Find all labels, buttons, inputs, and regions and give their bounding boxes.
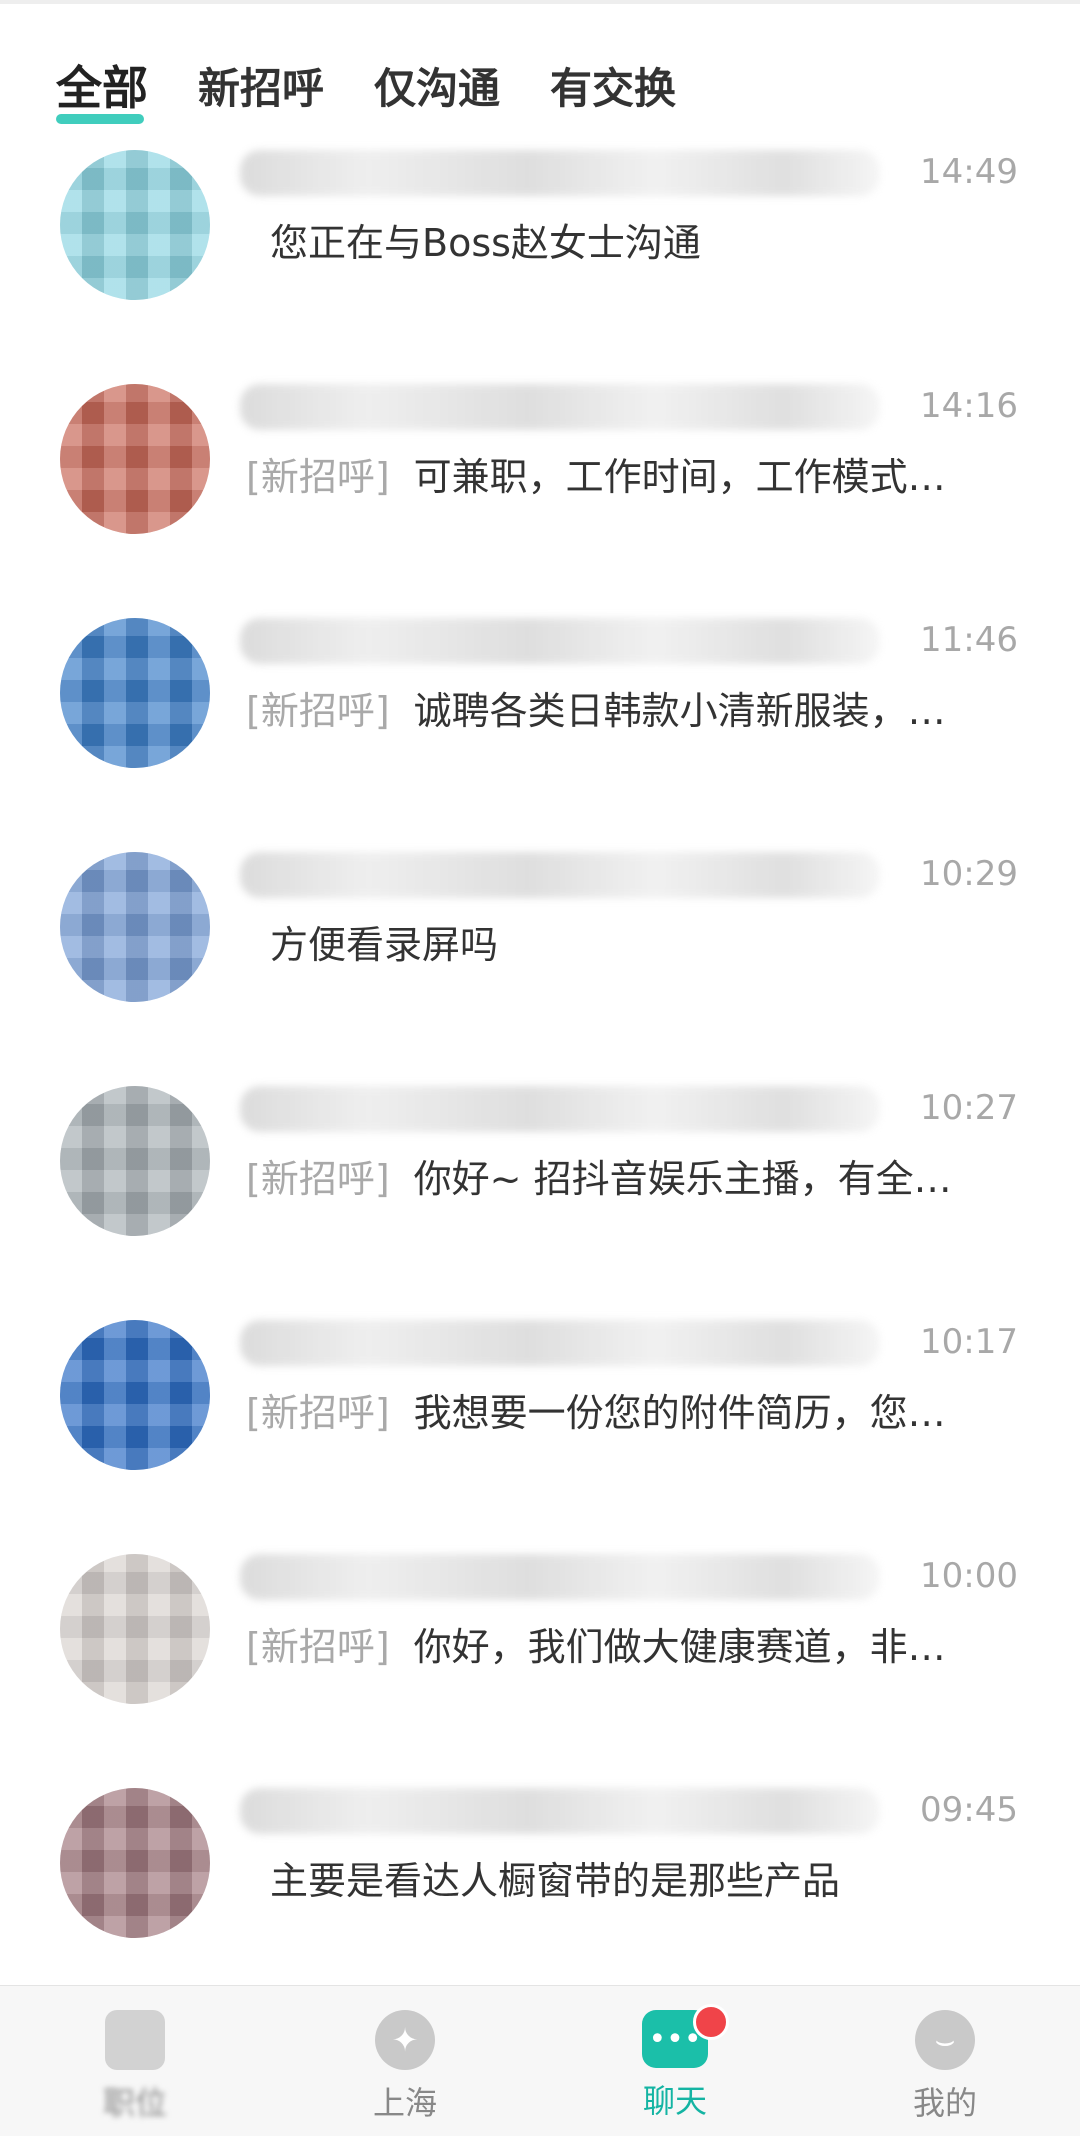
chat-item[interactable]: 10:27 [新招呼] 你好~ 招抖音娱乐主播，有全… xyxy=(0,1076,1080,1310)
chat-time: 10:17 xyxy=(920,1322,1018,1362)
chat-preview: [新招呼] 你好，我们做大健康赛道，非… xyxy=(246,1616,1016,1671)
avatar-pixelation xyxy=(60,1320,210,1470)
blurred-name xyxy=(240,150,880,196)
unread-badge xyxy=(693,2004,729,2040)
chat-preview: [新招呼] 你好~ 招抖音娱乐主播，有全… xyxy=(246,1148,1016,1203)
filter-tabs: 全部 新招呼 仅沟通 有交换 xyxy=(56,52,676,124)
chat-message: 您正在与Boss赵女士沟通 xyxy=(270,221,701,265)
blurred-name xyxy=(240,618,880,664)
chat-tag: [新招呼] xyxy=(246,455,390,499)
chat-item[interactable]: 14:16 [新招呼] 可兼职，工作时间，工作模式… xyxy=(0,374,1080,608)
chat-preview: [新招呼] 我想要一份您的附件简历，您… xyxy=(246,1382,1016,1437)
chat-preview: 主要是看达人橱窗带的是那些产品 xyxy=(246,1850,1016,1905)
nav-mine[interactable]: ⌣ 我的 xyxy=(810,1986,1080,2136)
chat-preview: 您正在与Boss赵女士沟通 xyxy=(246,212,1016,267)
avatar-pixelation xyxy=(60,1788,210,1938)
chat-tag: [新招呼] xyxy=(246,1157,390,1201)
chat-item[interactable]: 10:00 [新招呼] 你好，我们做大健康赛道，非… xyxy=(0,1544,1080,1778)
chat-item[interactable]: 11:46 [新招呼] 诚聘各类日韩款小清新服装，… xyxy=(0,608,1080,842)
chat-preview: [新招呼] 诚聘各类日韩款小清新服装，… xyxy=(246,680,1016,735)
blurred-name xyxy=(240,1320,880,1366)
job-icon xyxy=(105,2010,165,2070)
chat-list: 14:49 您正在与Boss赵女士沟通 14:16 [新招呼] 可兼职，工作时间，… xyxy=(0,140,1080,2012)
blurred-name xyxy=(240,1788,880,1834)
nav-chat[interactable]: ••• 聊天 xyxy=(540,1986,810,2136)
chat-item[interactable]: 10:29 方便看录屏吗 xyxy=(0,842,1080,1076)
chat-message: 可兼职，工作时间，工作模式… xyxy=(413,455,946,499)
nav-label: 职位 xyxy=(102,2084,167,2122)
tab-new-greeting[interactable]: 新招呼 xyxy=(198,55,324,116)
leaf-icon: ✦ xyxy=(375,2010,435,2070)
chat-time: 10:00 xyxy=(920,1556,1018,1596)
avatar xyxy=(60,150,210,300)
chat-tag: [新招呼] xyxy=(246,689,390,733)
chat-time: 14:49 xyxy=(920,152,1018,192)
tab-only-chat[interactable]: 仅沟通 xyxy=(374,55,500,116)
smile-icon: ⌣ xyxy=(915,2010,975,2070)
chat-time: 10:29 xyxy=(920,854,1018,894)
chat-item[interactable]: 14:49 您正在与Boss赵女士沟通 xyxy=(0,140,1080,374)
chat-item[interactable]: 09:45 主要是看达人橱窗带的是那些产品 xyxy=(0,1778,1080,2012)
chat-time: 10:27 xyxy=(920,1088,1018,1128)
chat-item[interactable]: 10:17 [新招呼] 我想要一份您的附件简历，您… xyxy=(0,1310,1080,1544)
chat-time: 14:16 xyxy=(920,386,1018,426)
top-divider xyxy=(0,0,1080,4)
avatar xyxy=(60,1320,210,1470)
bottom-nav: 职位 ✦ 上海 ••• 聊天 ⌣ 我的 xyxy=(0,1985,1080,2136)
avatar xyxy=(60,1788,210,1938)
avatar-pixelation xyxy=(60,618,210,768)
avatar xyxy=(60,618,210,768)
chat-preview: [新招呼] 可兼职，工作时间，工作模式… xyxy=(246,446,1016,501)
blurred-name xyxy=(240,1086,880,1132)
chat-time: 09:45 xyxy=(920,1790,1018,1830)
blurred-name xyxy=(240,384,880,430)
chat-time: 11:46 xyxy=(920,620,1018,660)
chat-tag: [新招呼] xyxy=(246,1625,390,1669)
chat-message: 你好，我们做大健康赛道，非… xyxy=(413,1625,946,1669)
blurred-name xyxy=(240,1554,880,1600)
chat-tag: [新招呼] xyxy=(246,1391,390,1435)
avatar-pixelation xyxy=(60,1554,210,1704)
blurred-name xyxy=(240,852,880,898)
avatar-pixelation xyxy=(60,150,210,300)
tab-exchanged[interactable]: 有交换 xyxy=(550,55,676,116)
chat-preview: 方便看录屏吗 xyxy=(246,914,1016,969)
tab-all[interactable]: 全部 xyxy=(56,52,148,124)
avatar xyxy=(60,384,210,534)
nav-label: 聊天 xyxy=(642,2082,707,2120)
avatar xyxy=(60,1086,210,1236)
avatar-pixelation xyxy=(60,384,210,534)
chat-message: 诚聘各类日韩款小清新服装，… xyxy=(413,689,946,733)
nav-jobs[interactable]: 职位 xyxy=(0,1986,270,2136)
avatar-pixelation xyxy=(60,1086,210,1236)
nav-label: 上海 xyxy=(372,2084,437,2122)
chat-message: 主要是看达人橱窗带的是那些产品 xyxy=(270,1859,841,1903)
avatar xyxy=(60,852,210,1002)
chat-message: 你好~ 招抖音娱乐主播，有全… xyxy=(413,1157,952,1201)
avatar xyxy=(60,1554,210,1704)
chat-message: 方便看录屏吗 xyxy=(270,923,499,967)
nav-city[interactable]: ✦ 上海 xyxy=(270,1986,540,2136)
chat-message: 我想要一份您的附件简历，您… xyxy=(413,1391,946,1435)
avatar-pixelation xyxy=(60,852,210,1002)
nav-label: 我的 xyxy=(912,2084,977,2122)
